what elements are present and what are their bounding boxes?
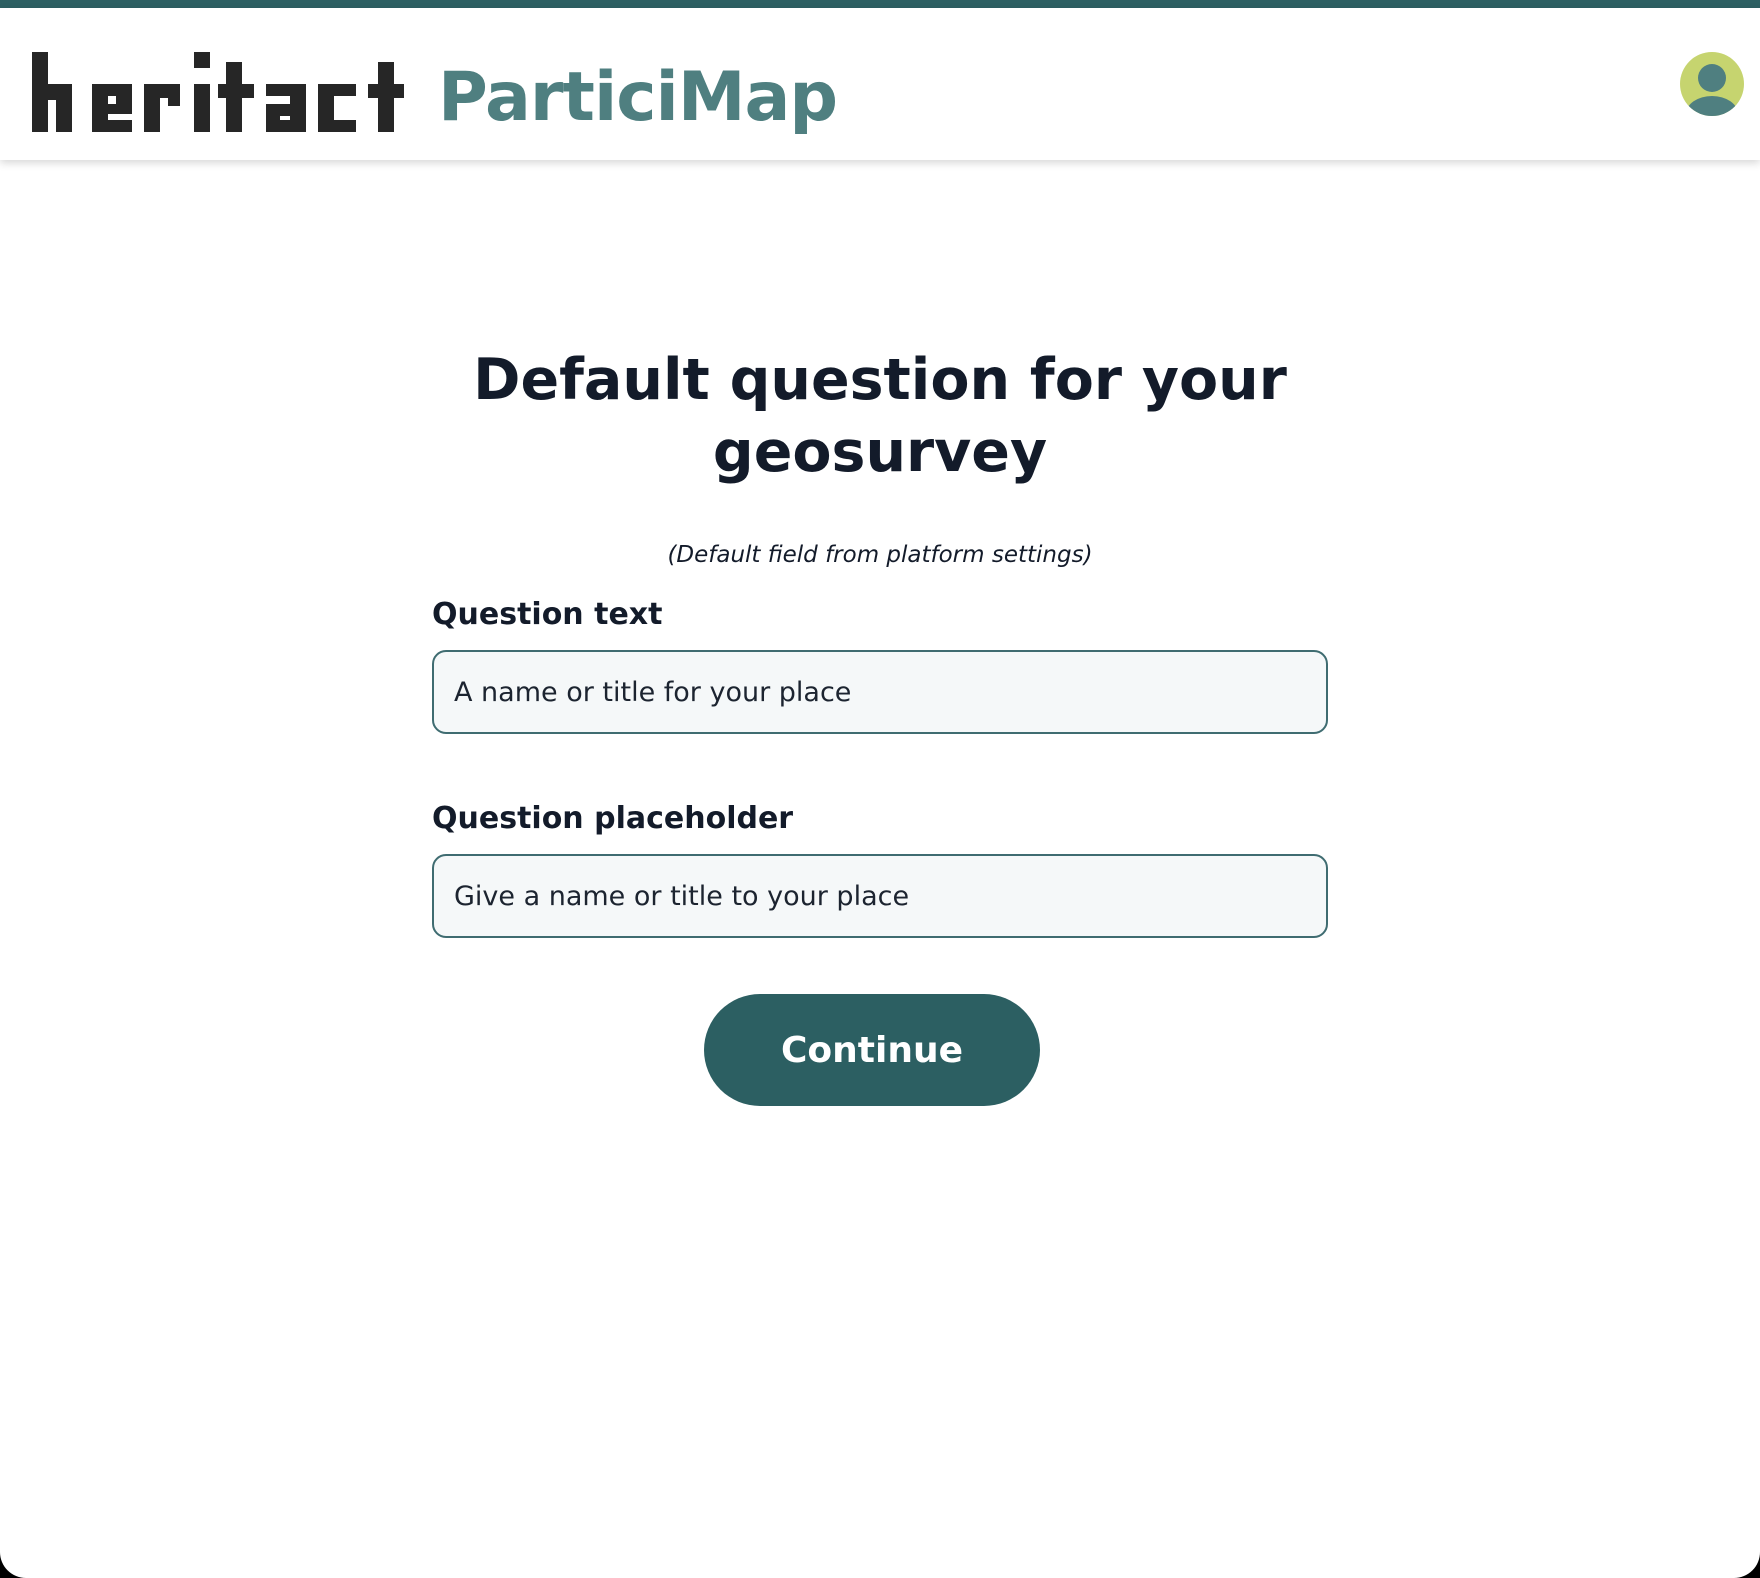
heritact-logo[interactable]	[32, 44, 412, 132]
page-title: Default question for your geosurvey	[473, 347, 1287, 485]
question-placeholder-input[interactable]	[432, 854, 1328, 938]
question-text-input[interactable]	[432, 650, 1328, 734]
app-name: ParticiMap	[438, 58, 838, 137]
question-text-label: Question text	[432, 597, 663, 632]
app-window: ParticiMap Default question for your geo…	[0, 0, 1760, 1578]
top-accent-bar	[0, 0, 1760, 8]
main-content: Default question for your geosurvey (Def…	[0, 160, 1760, 1578]
continue-button[interactable]: Continue	[704, 994, 1040, 1106]
user-avatar-icon[interactable]	[1680, 52, 1744, 116]
top-header: ParticiMap	[0, 8, 1760, 160]
question-placeholder-label: Question placeholder	[432, 801, 794, 836]
page-subtitle: (Default field from platform settings)	[667, 542, 1093, 568]
